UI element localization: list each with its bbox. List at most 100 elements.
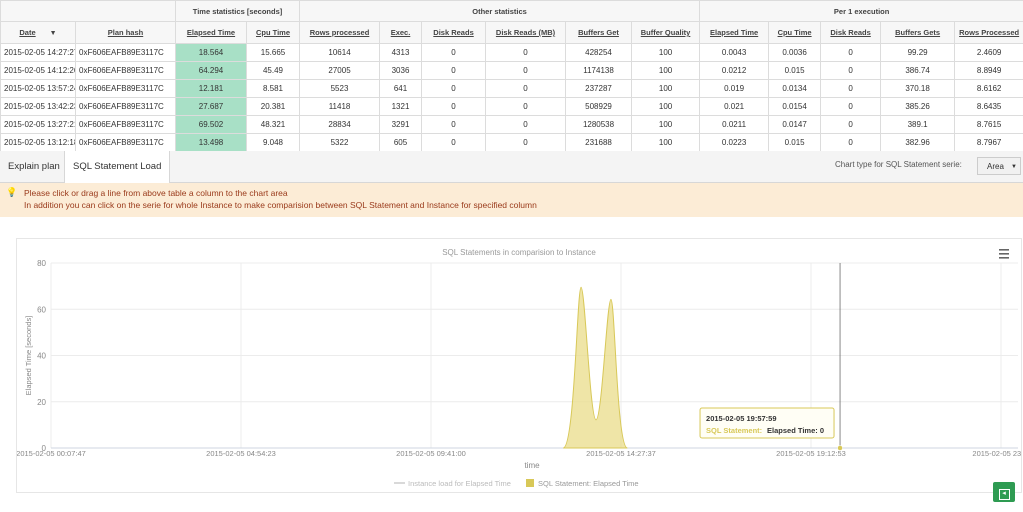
cell-date[interactable]: 2015-02-05 13:27:21	[0, 115, 76, 134]
cell-exec[interactable]: 1321	[379, 97, 423, 116]
column-header-plan-hash[interactable]: Plan hash	[75, 21, 176, 44]
cell-per-exec-buffers-gets[interactable]: 382.96	[880, 133, 956, 152]
cell-disk-reads-mb[interactable]: 0	[485, 43, 567, 62]
cell-plan-hash[interactable]: 0xF606EAFB89E3117C	[75, 61, 176, 80]
cell-plan-hash[interactable]: 0xF606EAFB89E3117C	[75, 43, 176, 62]
cell-cpu-time[interactable]: 8.581	[245, 79, 301, 98]
cell-plan-hash[interactable]: 0xF606EAFB89E3117C	[75, 79, 176, 98]
legend-sql-swatch[interactable]	[526, 479, 534, 487]
column-header-disk-reads[interactable]: Disk Reads	[421, 21, 487, 44]
tab-explain-plan[interactable]: Explain plan	[0, 151, 68, 182]
cell-per-exec-buffers-gets[interactable]: 389.1	[880, 115, 956, 134]
cell-rows-processed[interactable]: 5523	[299, 79, 381, 98]
cell-per-exec-cpu-time[interactable]: 0.0154	[768, 97, 822, 116]
table-row[interactable]: 2015-02-05 13:57:24 0xF606EAFB89E3117C 12.…	[0, 79, 1023, 98]
cell-buffers-get[interactable]: 508929	[565, 97, 633, 116]
chart-type-select[interactable]: Area ▼	[977, 157, 1021, 175]
cell-disk-reads[interactable]: 0	[421, 61, 487, 80]
cell-disk-reads-mb[interactable]: 0	[485, 97, 567, 116]
cell-buffers-get[interactable]: 1174138	[565, 61, 633, 80]
hamburger-menu-icon[interactable]	[999, 253, 1009, 255]
export-button[interactable]: ◂	[993, 482, 1015, 502]
column-header-date[interactable]: Date ▼	[0, 21, 76, 44]
cell-buffer-quality[interactable]: 100	[631, 43, 701, 62]
cell-disk-reads-mb[interactable]: 0	[485, 133, 567, 152]
cell-disk-reads[interactable]: 0	[421, 97, 487, 116]
cell-buffer-quality[interactable]: 100	[631, 61, 701, 80]
cell-per-exec-disk-reads[interactable]: 0	[820, 97, 882, 116]
cell-rows-processed[interactable]: 11418	[299, 97, 381, 116]
cell-per-exec-elapsed-time[interactable]: 0.019	[699, 79, 770, 98]
cell-rows-processed[interactable]: 10614	[299, 43, 381, 62]
cell-date[interactable]: 2015-02-05 13:42:23	[0, 97, 76, 116]
cell-per-exec-elapsed-time[interactable]: 0.0223	[699, 133, 770, 152]
cell-date[interactable]: 2015-02-05 14:12:26	[0, 61, 76, 80]
cell-exec[interactable]: 3291	[379, 115, 423, 134]
column-header-per-exec-buffers-gets[interactable]: Buffers Gets	[880, 21, 956, 44]
cell-date[interactable]: 2015-02-05 13:12:18	[0, 133, 76, 152]
cell-date[interactable]: 2015-02-05 13:57:24	[0, 79, 76, 98]
cell-elapsed-time[interactable]: 18.564	[175, 43, 247, 62]
cell-rows-processed[interactable]: 28834	[299, 115, 381, 134]
table-row[interactable]: 2015-02-05 14:27:27 0xF606EAFB89E3117C 18.…	[0, 43, 1023, 62]
cell-per-exec-rows-processed[interactable]: 8.6435	[954, 97, 1023, 116]
cell-per-exec-buffers-gets[interactable]: 99.29	[880, 43, 956, 62]
cell-per-exec-elapsed-time[interactable]: 0.0211	[699, 115, 770, 134]
cell-cpu-time[interactable]: 48.321	[245, 115, 301, 134]
cell-plan-hash[interactable]: 0xF606EAFB89E3117C	[75, 133, 176, 152]
table-row[interactable]: 2015-02-05 14:12:26 0xF606EAFB89E3117C 64.…	[0, 61, 1023, 80]
cell-per-exec-cpu-time[interactable]: 0.0036	[768, 43, 822, 62]
cell-disk-reads[interactable]: 0	[421, 79, 487, 98]
column-header-per-exec-disk-reads[interactable]: Disk Reads	[820, 21, 882, 44]
column-header-buffers-get[interactable]: Buffers Get	[565, 21, 633, 44]
sql-statement-area[interactable]	[562, 286, 628, 449]
cell-cpu-time[interactable]: 9.048	[245, 133, 301, 152]
cell-per-exec-elapsed-time[interactable]: 0.021	[699, 97, 770, 116]
cell-buffer-quality[interactable]: 100	[631, 133, 701, 152]
cell-per-exec-cpu-time[interactable]: 0.0147	[768, 115, 822, 134]
hamburger-menu-icon[interactable]	[999, 249, 1009, 251]
cell-per-exec-rows-processed[interactable]: 8.7967	[954, 133, 1023, 152]
cell-disk-reads-mb[interactable]: 0	[485, 61, 567, 80]
tab-sql-statement-load[interactable]: SQL Statement Load	[64, 151, 171, 183]
cell-elapsed-time[interactable]: 13.498	[175, 133, 247, 152]
column-header-per-exec-rows-processed[interactable]: Rows Processed	[954, 21, 1023, 44]
cell-per-exec-disk-reads[interactable]: 0	[820, 133, 882, 152]
cell-elapsed-time[interactable]: 12.181	[175, 79, 247, 98]
cell-per-exec-cpu-time[interactable]: 0.0134	[768, 79, 822, 98]
cell-disk-reads[interactable]: 0	[421, 115, 487, 134]
table-row[interactable]: 2015-02-05 13:27:21 0xF606EAFB89E3117C 69.…	[0, 115, 1023, 134]
sort-down-icon[interactable]: ▼	[50, 30, 57, 37]
cell-per-exec-disk-reads[interactable]: 0	[820, 115, 882, 134]
cell-elapsed-time[interactable]: 69.502	[175, 115, 247, 134]
cell-buffer-quality[interactable]: 100	[631, 97, 701, 116]
cell-per-exec-rows-processed[interactable]: 2.4609	[954, 43, 1023, 62]
cell-per-exec-cpu-time[interactable]: 0.015	[768, 61, 822, 80]
cell-disk-reads[interactable]: 0	[421, 133, 487, 152]
cell-per-exec-rows-processed[interactable]: 8.8949	[954, 61, 1023, 80]
cell-per-exec-disk-reads[interactable]: 0	[820, 43, 882, 62]
cell-per-exec-cpu-time[interactable]: 0.015	[768, 133, 822, 152]
cell-date[interactable]: 2015-02-05 14:27:27	[0, 43, 76, 62]
cell-exec[interactable]: 605	[379, 133, 423, 152]
table-row[interactable]: 2015-02-05 13:42:23 0xF606EAFB89E3117C 27.…	[0, 97, 1023, 116]
cell-cpu-time[interactable]: 45.49	[245, 61, 301, 80]
cell-disk-reads[interactable]: 0	[421, 43, 487, 62]
cell-exec[interactable]: 4313	[379, 43, 423, 62]
tooltip-point[interactable]	[837, 445, 843, 451]
column-header-cpu-time[interactable]: Cpu Time	[245, 21, 301, 44]
column-header-elapsed-time[interactable]: Elapsed Time	[175, 21, 247, 44]
elapsed-time-chart[interactable]: SQL Statements in comparision to Instanc…	[16, 239, 1023, 492]
cell-per-exec-rows-processed[interactable]: 8.6162	[954, 79, 1023, 98]
cell-rows-processed[interactable]: 27005	[299, 61, 381, 80]
cell-per-exec-buffers-gets[interactable]: 370.18	[880, 79, 956, 98]
cell-buffers-get[interactable]: 1280538	[565, 115, 633, 134]
cell-exec[interactable]: 641	[379, 79, 423, 98]
cell-plan-hash[interactable]: 0xF606EAFB89E3117C	[75, 115, 176, 134]
cell-per-exec-disk-reads[interactable]: 0	[820, 79, 882, 98]
cell-cpu-time[interactable]: 15.665	[245, 43, 301, 62]
cell-disk-reads-mb[interactable]: 0	[485, 79, 567, 98]
cell-buffer-quality[interactable]: 100	[631, 79, 701, 98]
cell-per-exec-buffers-gets[interactable]: 386.74	[880, 61, 956, 80]
column-header-per-exec-elapsed-time[interactable]: Elapsed Time	[699, 21, 770, 44]
